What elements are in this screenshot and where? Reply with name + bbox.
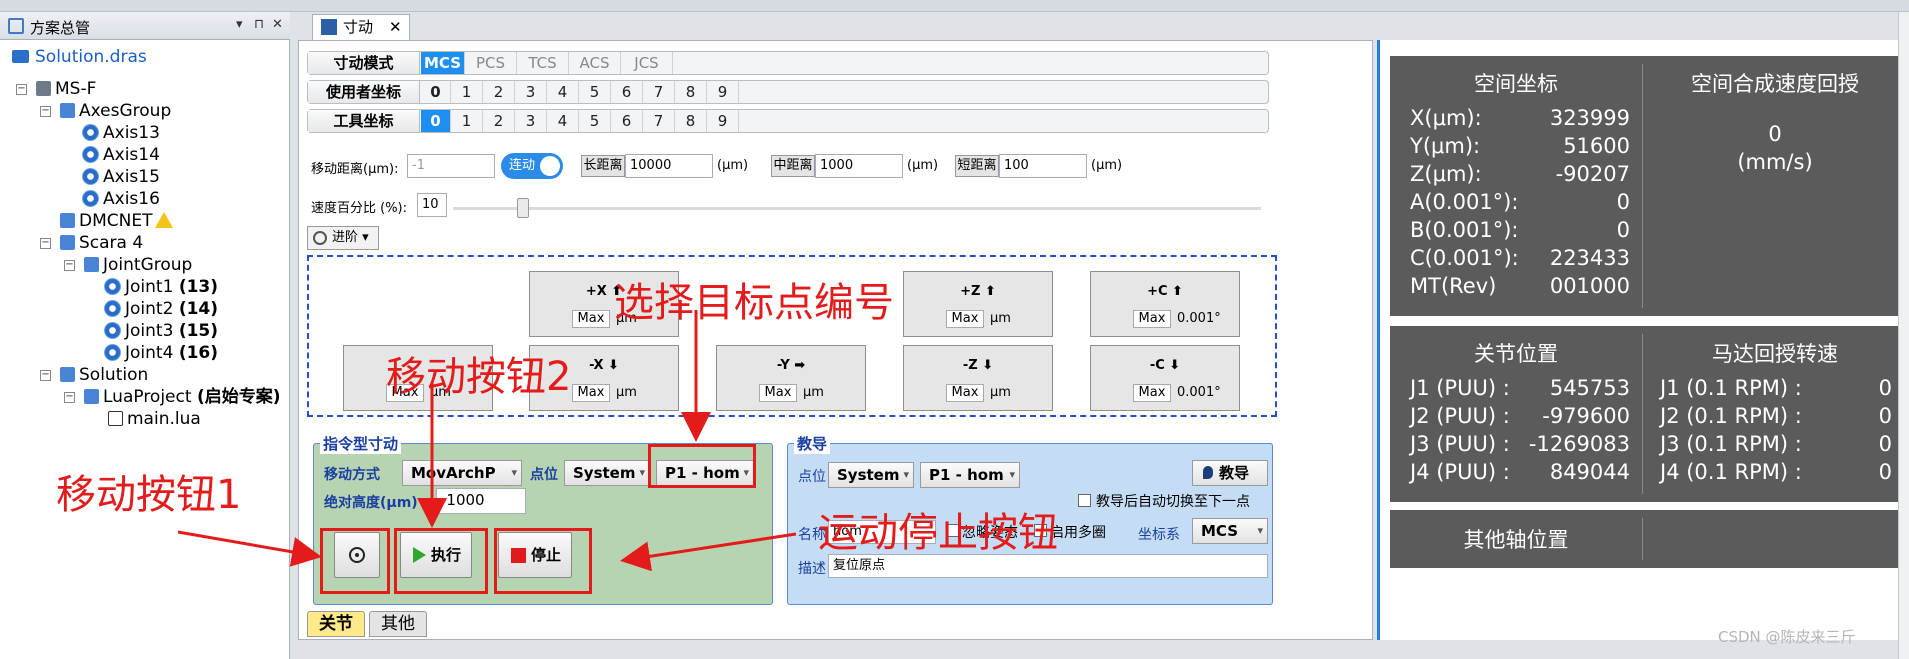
annotation-select-target: 选择目标点编号 bbox=[614, 280, 894, 326]
annotation-move-button-1: 移动按钮1 bbox=[56, 472, 242, 518]
annotation-stop-button: 运动停止按钮 bbox=[818, 510, 1058, 556]
annotation-arrows bbox=[177, 310, 797, 572]
annotation-move-button-2: 移动按钮2 bbox=[386, 354, 572, 400]
